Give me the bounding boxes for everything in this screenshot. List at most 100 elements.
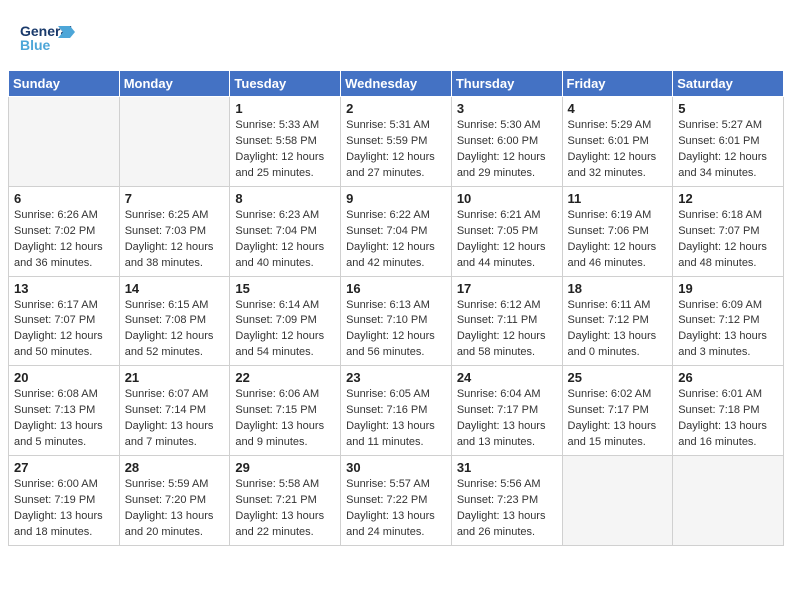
calendar-cell: 22 Sunrise: 6:06 AM Sunset: 7:15 PM Dayli…	[230, 366, 341, 456]
day-details: Sunrise: 5:33 AM Sunset: 5:58 PM Dayligh…	[235, 118, 335, 182]
day-number: 15	[235, 281, 335, 296]
day-details: Sunrise: 6:23 AM Sunset: 7:04 PM Dayligh…	[235, 208, 335, 272]
day-number: 20	[14, 370, 114, 385]
week-row-3: 13 Sunrise: 6:17 AM Sunset: 7:07 PM Dayli…	[9, 276, 784, 366]
calendar-cell: 23 Sunrise: 6:05 AM Sunset: 7:16 PM Dayli…	[341, 366, 452, 456]
weekday-header-wednesday: Wednesday	[341, 71, 452, 97]
day-number: 26	[678, 370, 778, 385]
calendar-cell: 11 Sunrise: 6:19 AM Sunset: 7:06 PM Dayli…	[562, 186, 673, 276]
day-number: 3	[457, 101, 557, 116]
day-number: 29	[235, 460, 335, 475]
svg-text:Blue: Blue	[20, 37, 51, 53]
day-number: 11	[568, 191, 668, 206]
calendar-cell: 17 Sunrise: 6:12 AM Sunset: 7:11 PM Dayli…	[451, 276, 562, 366]
day-details: Sunrise: 5:27 AM Sunset: 6:01 PM Dayligh…	[678, 118, 778, 182]
calendar-cell	[9, 97, 120, 187]
calendar-cell: 15 Sunrise: 6:14 AM Sunset: 7:09 PM Dayli…	[230, 276, 341, 366]
calendar-cell: 12 Sunrise: 6:18 AM Sunset: 7:07 PM Dayli…	[673, 186, 784, 276]
weekday-header-monday: Monday	[119, 71, 230, 97]
calendar-cell: 16Sunrise: 6:13 AM Sunset: 7:10 PM Dayli…	[341, 276, 452, 366]
calendar-cell	[673, 456, 784, 546]
weekday-header-sunday: Sunday	[9, 71, 120, 97]
weekday-header-friday: Friday	[562, 71, 673, 97]
day-details: Sunrise: 6:25 AM Sunset: 7:03 PM Dayligh…	[125, 208, 225, 272]
calendar-cell: 9 Sunrise: 6:22 AM Sunset: 7:04 PM Daylig…	[341, 186, 452, 276]
day-details: Sunrise: 5:59 AM Sunset: 7:20 PM Dayligh…	[125, 477, 225, 541]
day-number: 25	[568, 370, 668, 385]
calendar-cell: 29 Sunrise: 5:58 AM Sunset: 7:21 PM Dayli…	[230, 456, 341, 546]
day-number: 17	[457, 281, 557, 296]
week-row-4: 20 Sunrise: 6:08 AM Sunset: 7:13 PM Dayli…	[9, 366, 784, 456]
week-row-5: 27 Sunrise: 6:00 AM Sunset: 7:19 PM Dayli…	[9, 456, 784, 546]
day-number: 13	[14, 281, 114, 296]
day-number: 4	[568, 101, 668, 116]
logo: General Blue	[20, 18, 75, 60]
day-number: 9	[346, 191, 446, 206]
day-details: Sunrise: 6:06 AM Sunset: 7:15 PM Dayligh…	[235, 387, 335, 451]
day-details: Sunrise: 6:07 AM Sunset: 7:14 PM Dayligh…	[125, 387, 225, 451]
day-number: 12	[678, 191, 778, 206]
weekday-header-tuesday: Tuesday	[230, 71, 341, 97]
logo-icon: General Blue	[20, 18, 75, 60]
calendar-cell	[562, 456, 673, 546]
weekday-header-row: SundayMondayTuesdayWednesdayThursdayFrid…	[9, 71, 784, 97]
calendar-cell: 28 Sunrise: 5:59 AM Sunset: 7:20 PM Dayli…	[119, 456, 230, 546]
calendar-cell: 1Sunrise: 5:33 AM Sunset: 5:58 PM Daylig…	[230, 97, 341, 187]
day-number: 14	[125, 281, 225, 296]
day-details: Sunrise: 6:01 AM Sunset: 7:18 PM Dayligh…	[678, 387, 778, 451]
day-details: Sunrise: 6:08 AM Sunset: 7:13 PM Dayligh…	[14, 387, 114, 451]
calendar-table: SundayMondayTuesdayWednesdayThursdayFrid…	[8, 70, 784, 546]
page-header: General Blue	[0, 0, 792, 70]
day-details: Sunrise: 6:12 AM Sunset: 7:11 PM Dayligh…	[457, 298, 557, 362]
day-number: 8	[235, 191, 335, 206]
day-number: 5	[678, 101, 778, 116]
day-details: Sunrise: 6:05 AM Sunset: 7:16 PM Dayligh…	[346, 387, 446, 451]
calendar-cell: 8 Sunrise: 6:23 AM Sunset: 7:04 PM Daylig…	[230, 186, 341, 276]
calendar-cell: 13 Sunrise: 6:17 AM Sunset: 7:07 PM Dayli…	[9, 276, 120, 366]
calendar-cell: 26 Sunrise: 6:01 AM Sunset: 7:18 PM Dayli…	[673, 366, 784, 456]
day-details: Sunrise: 6:15 AM Sunset: 7:08 PM Dayligh…	[125, 298, 225, 362]
week-row-2: 6Sunrise: 6:26 AM Sunset: 7:02 PM Daylig…	[9, 186, 784, 276]
day-details: Sunrise: 5:29 AM Sunset: 6:01 PM Dayligh…	[568, 118, 668, 182]
calendar-cell: 7 Sunrise: 6:25 AM Sunset: 7:03 PM Daylig…	[119, 186, 230, 276]
day-details: Sunrise: 5:31 AM Sunset: 5:59 PM Dayligh…	[346, 118, 446, 182]
day-details: Sunrise: 5:58 AM Sunset: 7:21 PM Dayligh…	[235, 477, 335, 541]
day-number: 23	[346, 370, 446, 385]
calendar-cell	[119, 97, 230, 187]
calendar-cell: 27 Sunrise: 6:00 AM Sunset: 7:19 PM Dayli…	[9, 456, 120, 546]
day-details: Sunrise: 6:13 AM Sunset: 7:10 PM Dayligh…	[346, 298, 446, 362]
day-number: 24	[457, 370, 557, 385]
week-row-1: 1Sunrise: 5:33 AM Sunset: 5:58 PM Daylig…	[9, 97, 784, 187]
day-number: 6	[14, 191, 114, 206]
calendar-cell: 21 Sunrise: 6:07 AM Sunset: 7:14 PM Dayli…	[119, 366, 230, 456]
calendar-cell: 14 Sunrise: 6:15 AM Sunset: 7:08 PM Dayli…	[119, 276, 230, 366]
weekday-header-saturday: Saturday	[673, 71, 784, 97]
day-number: 10	[457, 191, 557, 206]
day-details: Sunrise: 6:11 AM Sunset: 7:12 PM Dayligh…	[568, 298, 668, 362]
day-number: 28	[125, 460, 225, 475]
day-details: Sunrise: 5:30 AM Sunset: 6:00 PM Dayligh…	[457, 118, 557, 182]
day-details: Sunrise: 6:02 AM Sunset: 7:17 PM Dayligh…	[568, 387, 668, 451]
day-number: 27	[14, 460, 114, 475]
calendar-cell: 6Sunrise: 6:26 AM Sunset: 7:02 PM Daylig…	[9, 186, 120, 276]
calendar-cell: 24Sunrise: 6:04 AM Sunset: 7:17 PM Dayli…	[451, 366, 562, 456]
day-details: Sunrise: 6:00 AM Sunset: 7:19 PM Dayligh…	[14, 477, 114, 541]
day-number: 7	[125, 191, 225, 206]
day-details: Sunrise: 6:14 AM Sunset: 7:09 PM Dayligh…	[235, 298, 335, 362]
calendar-cell: 19Sunrise: 6:09 AM Sunset: 7:12 PM Dayli…	[673, 276, 784, 366]
day-details: Sunrise: 6:22 AM Sunset: 7:04 PM Dayligh…	[346, 208, 446, 272]
calendar-cell: 4 Sunrise: 5:29 AM Sunset: 6:01 PM Daylig…	[562, 97, 673, 187]
calendar-cell: 18Sunrise: 6:11 AM Sunset: 7:12 PM Dayli…	[562, 276, 673, 366]
calendar-cell: 3 Sunrise: 5:30 AM Sunset: 6:00 PM Daylig…	[451, 97, 562, 187]
calendar-cell: 5 Sunrise: 5:27 AM Sunset: 6:01 PM Daylig…	[673, 97, 784, 187]
day-details: Sunrise: 5:57 AM Sunset: 7:22 PM Dayligh…	[346, 477, 446, 541]
day-number: 22	[235, 370, 335, 385]
day-details: Sunrise: 6:18 AM Sunset: 7:07 PM Dayligh…	[678, 208, 778, 272]
day-details: Sunrise: 6:19 AM Sunset: 7:06 PM Dayligh…	[568, 208, 668, 272]
day-number: 21	[125, 370, 225, 385]
day-details: Sunrise: 6:17 AM Sunset: 7:07 PM Dayligh…	[14, 298, 114, 362]
calendar-cell: 30 Sunrise: 5:57 AM Sunset: 7:22 PM Dayli…	[341, 456, 452, 546]
day-number: 30	[346, 460, 446, 475]
calendar-cell: 25 Sunrise: 6:02 AM Sunset: 7:17 PM Dayli…	[562, 366, 673, 456]
calendar-cell: 10Sunrise: 6:21 AM Sunset: 7:05 PM Dayli…	[451, 186, 562, 276]
